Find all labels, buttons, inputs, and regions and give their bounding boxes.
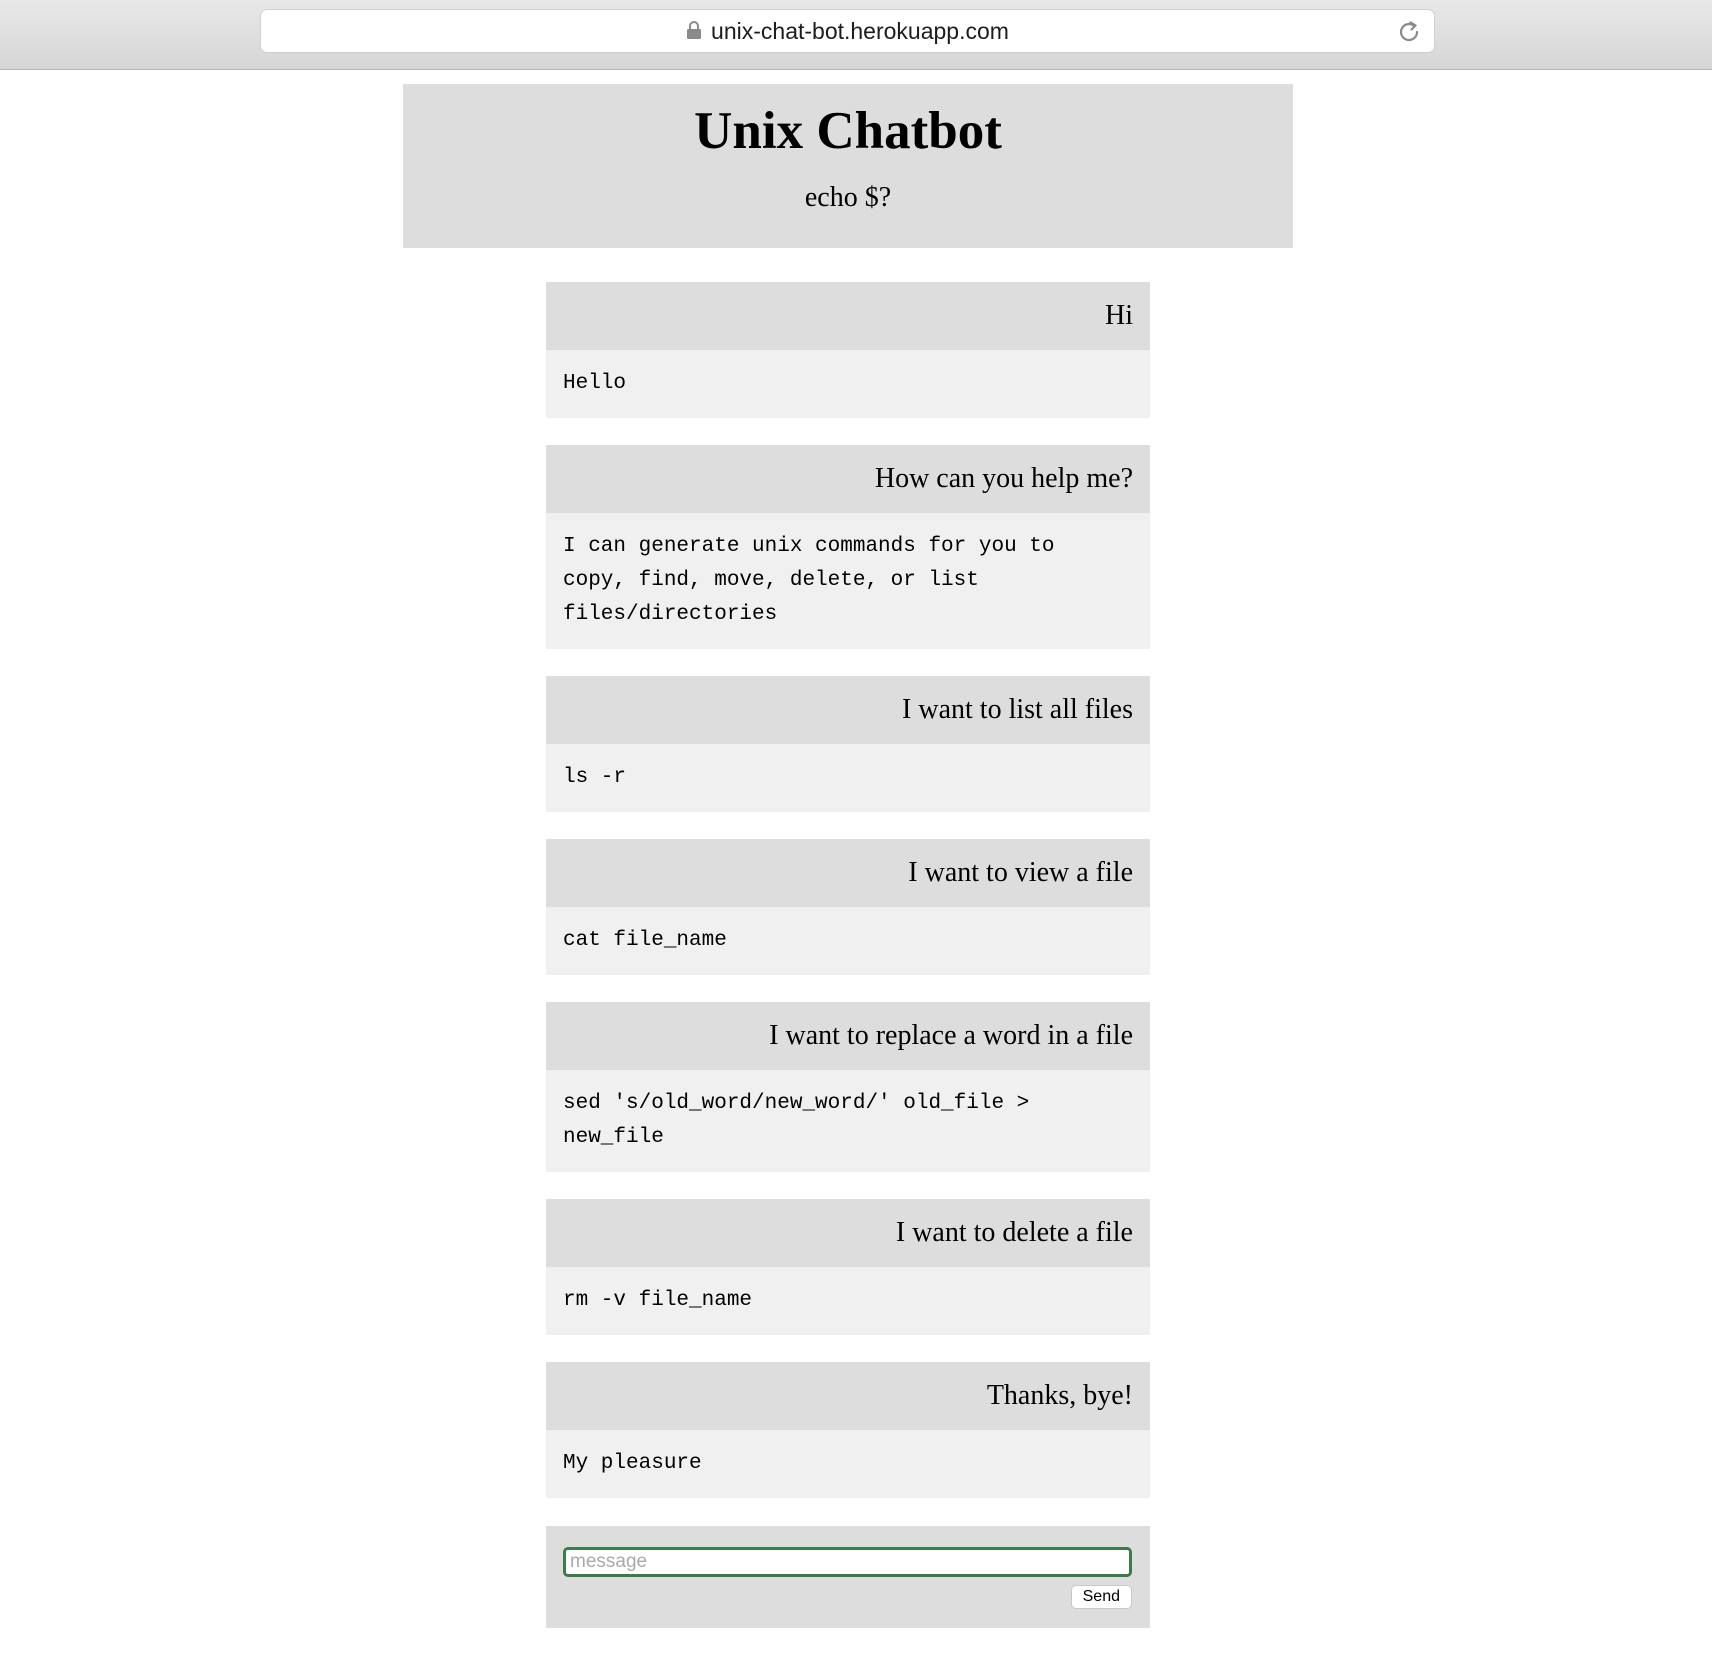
chat-exchange: How can you help me? I can generate unix… xyxy=(546,445,1150,649)
page-header: Unix Chatbot echo $? xyxy=(403,84,1293,248)
bot-message: cat file_name xyxy=(546,907,1150,975)
address-bar-content: unix-chat-bot.herokuapp.com xyxy=(261,10,1434,52)
user-message: I want to replace a word in a file xyxy=(546,1002,1150,1070)
bot-message: My pleasure xyxy=(546,1430,1150,1498)
chat-exchange: I want to list all files ls -r xyxy=(546,676,1150,812)
bot-message: I can generate unix commands for you to … xyxy=(546,513,1150,649)
user-message: How can you help me? xyxy=(546,445,1150,513)
page-subtitle: echo $? xyxy=(804,182,892,213)
chat-exchange: I want to replace a word in a file sed '… xyxy=(546,1002,1150,1172)
bot-message: rm -v file_name xyxy=(546,1267,1150,1335)
bot-message: ls -r xyxy=(546,744,1150,812)
browser-toolbar: unix-chat-bot.herokuapp.com xyxy=(0,0,1712,70)
user-message: I want to list all files xyxy=(546,676,1150,744)
bot-message: Hello xyxy=(546,350,1150,418)
chat-exchange: I want to delete a file rm -v file_name xyxy=(546,1199,1150,1335)
url-text: unix-chat-bot.herokuapp.com xyxy=(711,17,1009,44)
message-input[interactable] xyxy=(563,1547,1132,1577)
lock-icon xyxy=(687,21,702,39)
bot-message: sed 's/old_word/new_word/' old_file > ne… xyxy=(546,1070,1150,1172)
user-message: I want to delete a file xyxy=(546,1199,1150,1267)
address-bar[interactable]: unix-chat-bot.herokuapp.com xyxy=(260,9,1435,53)
chat-exchange: Hi Hello xyxy=(546,282,1150,418)
user-message: Thanks, bye! xyxy=(546,1362,1150,1430)
user-message: I want to view a file xyxy=(546,839,1150,907)
chat-exchange: I want to view a file cat file_name xyxy=(546,839,1150,975)
chat-exchange: Thanks, bye! My pleasure xyxy=(546,1362,1150,1498)
reload-icon[interactable] xyxy=(1396,19,1422,45)
chat-log: Hi Hello How can you help me? I can gene… xyxy=(546,282,1150,1525)
page-title: Unix Chatbot xyxy=(694,102,1002,160)
message-composer: Send xyxy=(546,1526,1150,1628)
user-message: Hi xyxy=(546,282,1150,350)
send-button[interactable]: Send xyxy=(1070,1585,1132,1609)
